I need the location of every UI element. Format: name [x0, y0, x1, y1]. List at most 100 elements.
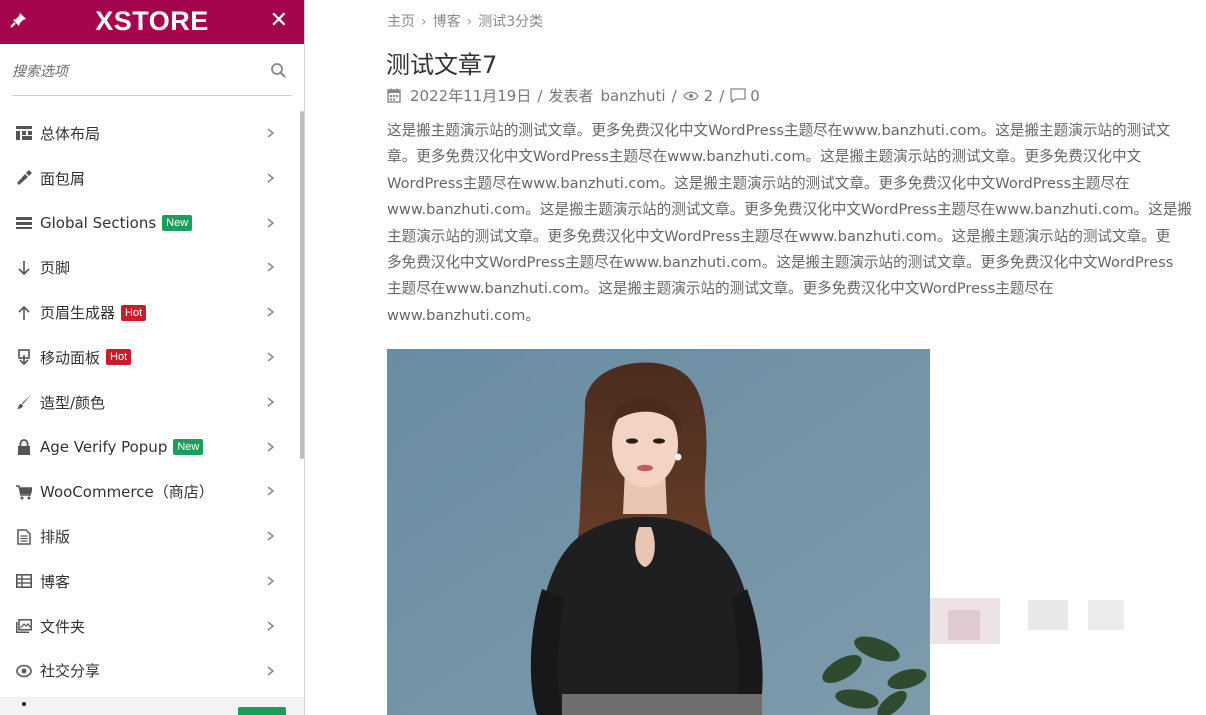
- sidebar-item-label: 总体布局: [40, 124, 101, 143]
- brand-logo: XSTORE: [95, 6, 209, 36]
- arrow-up-icon: [15, 304, 33, 322]
- meta-separator: /: [537, 86, 543, 105]
- sidebar-item-label: 页脚: [40, 259, 71, 278]
- sidebar-item-social-sharing[interactable]: 社交分享: [0, 649, 300, 694]
- post-content: 这是搬主题演示站的测试文章。更多免费汉化中文WordPress主题尽在www.b…: [387, 118, 1206, 329]
- sidebar-item-mobile-panel[interactable]: 移动面板 Hot: [0, 335, 300, 380]
- sidebar-item-label: Age Verify Popup: [40, 437, 168, 456]
- lock-icon: [15, 438, 33, 456]
- calendar-icon: [387, 88, 401, 103]
- chevron-right-icon: [267, 621, 275, 631]
- chevron-right-icon: [267, 352, 275, 362]
- meta-separator: /: [719, 86, 725, 105]
- brush-icon: [15, 169, 33, 187]
- search-icon[interactable]: [270, 62, 288, 80]
- breadcrumb-separator: ›: [466, 14, 473, 30]
- preview-area: 主页 › 博客 › 测试3分类 测试文章7 2022年11月19日 / 发表者 banz…: [305, 0, 1206, 715]
- sidebar-footer-partial: [0, 697, 304, 715]
- sidebar-item-breadcrumb[interactable]: 面包屑: [0, 156, 300, 201]
- breadcrumb-home-link[interactable]: 主页: [387, 14, 415, 30]
- chevron-right-icon: [267, 128, 275, 138]
- chevron-right-icon: [267, 218, 275, 228]
- arrow-down-icon: [15, 259, 33, 277]
- dot-icon: [22, 702, 26, 706]
- chevron-right-icon: [267, 262, 275, 272]
- sidebar-item-header-builder[interactable]: 页眉生成器 Hot: [0, 290, 300, 335]
- view-count: 2: [703, 86, 714, 105]
- content-line: 主题尽在www.banzhuti.com。这是搬主题演示站的测试文章。更多免费汉…: [387, 280, 1054, 298]
- chevron-right-icon: [267, 173, 275, 183]
- breadcrumb-category-link[interactable]: 测试3分类: [478, 14, 543, 30]
- layout-icon: [15, 124, 33, 142]
- sidebar-item-age-verify-popup[interactable]: Age Verify Popup New: [0, 425, 300, 470]
- sidebar-item-label: 社交分享: [40, 662, 101, 681]
- author-link[interactable]: banzhuti: [600, 87, 665, 105]
- search-input[interactable]: [12, 60, 252, 84]
- comment-count[interactable]: 0: [750, 87, 760, 105]
- sidebar-item-label: 博客: [40, 572, 71, 591]
- hot-badge: Hot: [121, 304, 147, 321]
- blurred-watermark: [930, 598, 1124, 644]
- sidebar-scrollbar[interactable]: [300, 111, 304, 459]
- sidebar-item-blog[interactable]: 博客: [0, 559, 300, 604]
- author-prefix: 发表者: [548, 87, 594, 105]
- sidebar-item-label: 文件夹: [40, 617, 86, 636]
- content-line: 章。更多免费汉化中文WordPress主题尽在www.banzhuti.com。…: [387, 148, 1142, 166]
- chevron-right-icon: [267, 486, 275, 496]
- sidebar-item-label: 造型/颜色: [40, 393, 106, 412]
- sidebar-item-label: 页眉生成器: [40, 304, 116, 323]
- content-line: www.banzhuti.com。这是搬主题演示站的测试文章。更多免费汉化中文W…: [387, 201, 1192, 219]
- post-date: 2022年11月19日: [410, 87, 532, 105]
- sidebar-item-label: 排版: [40, 528, 71, 547]
- chevron-right-icon: [267, 307, 275, 317]
- post-meta: 2022年11月19日 / 发表者 banzhuti / 2 / 0: [387, 85, 760, 106]
- woman-portrait-image: [387, 349, 930, 715]
- eye-icon: [682, 91, 699, 100]
- sidebar-item-portfolio[interactable]: 文件夹: [0, 604, 300, 649]
- sidebar-menu: 总体布局 面包屑 Global Sections New 页脚 页眉生成器 Ho…: [0, 111, 300, 693]
- sidebar-item-label: WooCommerce（商店）: [40, 483, 214, 502]
- content-line: 这是搬主题演示站的测试文章。更多免费汉化中文WordPress主题尽在www.b…: [387, 122, 1171, 139]
- sidebar-item-layout[interactable]: 总体布局: [0, 111, 300, 156]
- chevron-right-icon: [267, 531, 275, 541]
- new-badge: New: [162, 214, 193, 231]
- meta-separator: /: [671, 86, 677, 105]
- breadcrumb: 主页 › 博客 › 测试3分类: [387, 11, 543, 31]
- share-icon: [15, 662, 33, 680]
- customizer-sidebar: XSTORE ✕ 总体布局 面包屑 Global Sections New 页脚: [0, 0, 305, 715]
- content-line: www.banzhuti.com。: [387, 306, 540, 324]
- paintbrush-icon: [15, 393, 33, 411]
- chevron-right-icon: [267, 665, 275, 676]
- breadcrumb-blog-link[interactable]: 博客: [433, 14, 461, 30]
- sections-icon: [15, 214, 33, 232]
- content-line: WordPress主题尽在www.banzhuti.com。这是搬主题演示站的测…: [387, 174, 1130, 192]
- chevron-right-icon: [267, 441, 275, 452]
- chevron-right-icon: [267, 397, 275, 407]
- hot-badge: Hot: [106, 349, 132, 366]
- sidebar-item-styling[interactable]: 造型/颜色: [0, 380, 300, 425]
- chevron-right-icon: [267, 576, 275, 586]
- content-line: 主题演示站的测试文章。更多免费汉化中文WordPress主题尽在www.banz…: [387, 227, 1171, 245]
- search-box: [12, 44, 292, 96]
- close-icon[interactable]: ✕: [270, 8, 288, 33]
- new-badge: New: [173, 438, 204, 455]
- document-icon: [15, 528, 33, 546]
- sidebar-item-typography[interactable]: 排版: [0, 514, 300, 559]
- publish-button[interactable]: [238, 707, 286, 715]
- gallery-icon: [15, 617, 33, 635]
- sidebar-item-label: Global Sections: [40, 213, 157, 232]
- sidebar-header: XSTORE ✕: [0, 0, 304, 44]
- breadcrumb-separator: ›: [421, 14, 427, 30]
- sidebar-item-footer[interactable]: 页脚: [0, 245, 300, 290]
- mobile-panel-icon: [15, 348, 33, 366]
- page-title: 测试文章7: [386, 51, 498, 79]
- grid-icon: [15, 572, 33, 590]
- content-line: 多免费汉化中文WordPress主题尽在www.banzhuti.com。这是搬…: [387, 253, 1174, 271]
- sidebar-item-global-sections[interactable]: Global Sections New: [0, 201, 300, 246]
- cart-icon: [15, 483, 33, 501]
- comment-icon: [730, 88, 746, 103]
- sidebar-item-label: 面包屑: [40, 169, 86, 188]
- sidebar-item-woocommerce[interactable]: WooCommerce（商店）: [0, 469, 300, 514]
- sidebar-item-label: 移动面板: [40, 348, 101, 367]
- post-image: [387, 349, 930, 715]
